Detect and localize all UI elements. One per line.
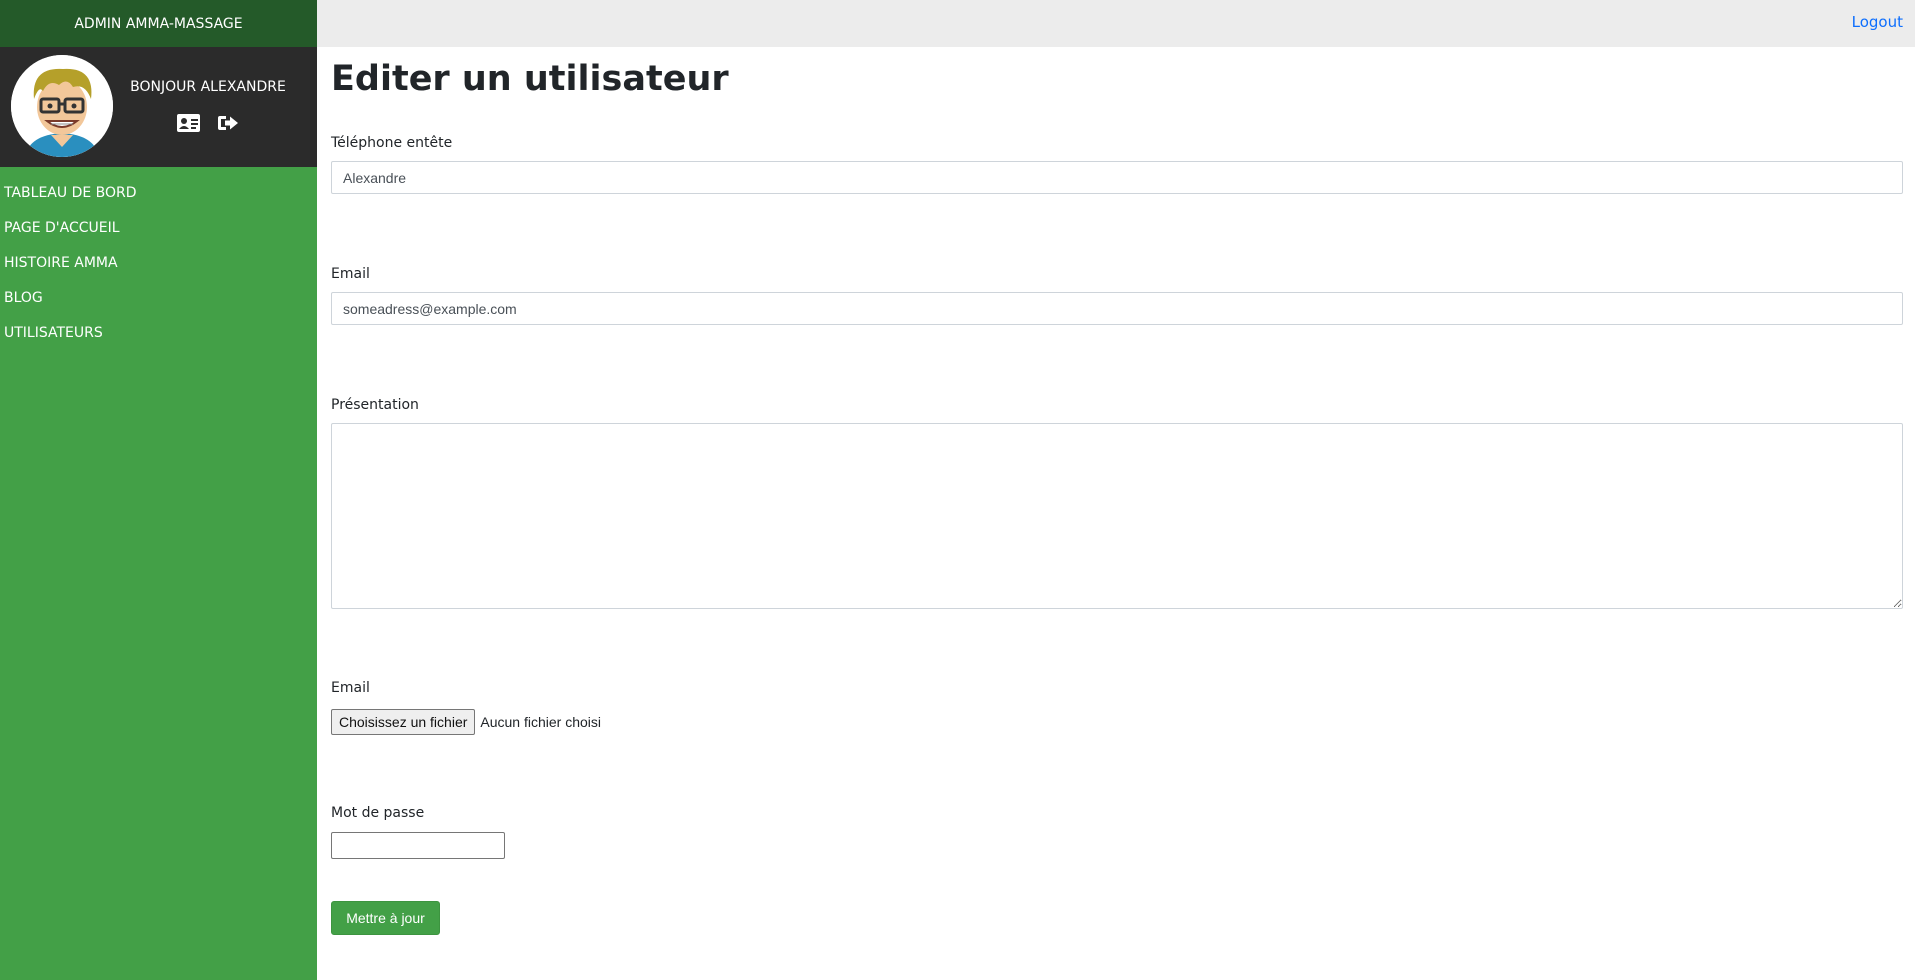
file-status: Aucun fichier choisi	[480, 714, 602, 730]
avatar	[11, 55, 113, 157]
file-input: Choisissez un fichier Aucun fichier choi…	[331, 709, 601, 735]
choose-file-button[interactable]: Choisissez un fichier	[331, 709, 476, 735]
email-input[interactable]: someadress@example.com	[331, 292, 1903, 325]
sidebar-nav: TABLEAU DE BORD PAGE D'ACCUEIL HISTOIRE …	[0, 167, 317, 350]
nav-item-tableau-de-bord[interactable]: TABLEAU DE BORD	[0, 175, 317, 210]
password-input[interactable]	[331, 832, 505, 859]
sign-out-icon	[218, 116, 238, 130]
presentation-label: Présentation	[331, 397, 419, 413]
phone-label: Téléphone entête	[331, 135, 453, 151]
logout-link[interactable]: Logout	[1852, 13, 1903, 31]
phone-input-value: Alexandre	[343, 169, 407, 186]
password-label: Mot de passe	[331, 805, 425, 821]
file-label: Email	[331, 680, 370, 696]
id-card-button[interactable]	[176, 113, 201, 133]
nav-item-histoire-amma[interactable]: HISTOIRE AMMA	[0, 245, 317, 280]
id-card-icon	[177, 114, 200, 132]
page-title: Editer un utilisateur	[331, 59, 729, 99]
topbar: Logout	[317, 0, 1915, 47]
nav-item-utilisateurs[interactable]: UTILISATEURS	[0, 315, 317, 350]
profile-panel: BONJOUR ALEXANDRE	[0, 47, 317, 167]
phone-input[interactable]: Alexandre	[331, 161, 1903, 194]
sidebar-brand: ADMIN AMMA-MASSAGE	[0, 0, 317, 47]
nav-item-blog[interactable]: BLOG	[0, 280, 317, 315]
presentation-textarea[interactable]	[331, 423, 1903, 609]
email-label: Email	[331, 266, 370, 282]
greeting: BONJOUR ALEXANDRE	[130, 79, 286, 95]
sign-out-button[interactable]	[217, 114, 239, 132]
sidebar: ADMIN AMMA-MASSAGE BONJOUR ALEXANDRE TAB…	[0, 0, 317, 980]
update-button[interactable]: Mettre à jour	[331, 901, 440, 935]
email-input-value: someadress@example.com	[343, 300, 517, 317]
nav-item-page-accueil[interactable]: PAGE D'ACCUEIL	[0, 210, 317, 245]
